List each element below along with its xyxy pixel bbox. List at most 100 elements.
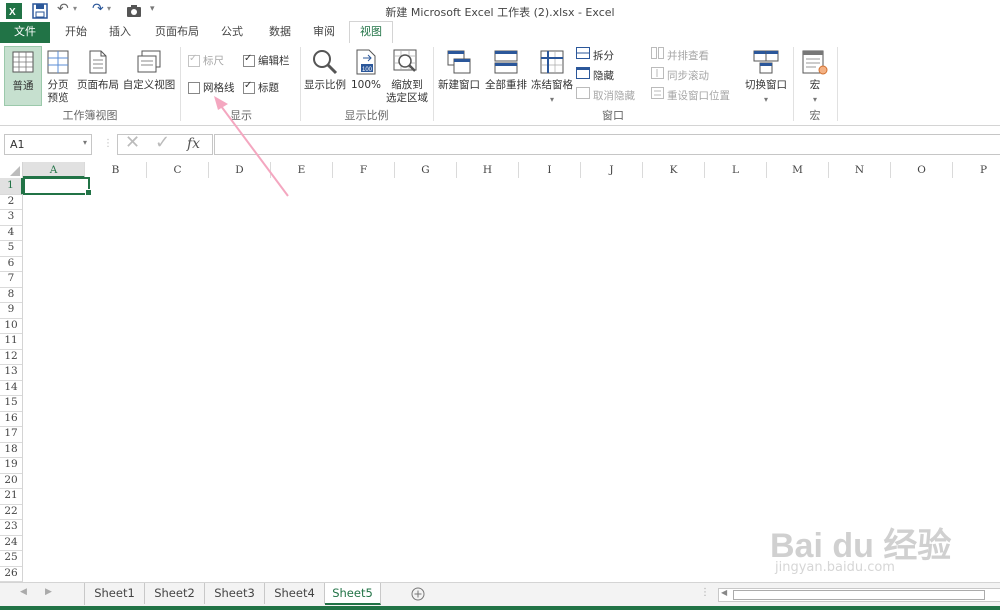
row-header-22[interactable]: 22 [0, 503, 23, 520]
new-window-button[interactable]: 新建窗口 [436, 46, 482, 106]
row-header-3[interactable]: 3 [0, 209, 23, 226]
column-header-i[interactable]: I [519, 162, 581, 178]
normal-view-button[interactable]: 普通 [4, 46, 42, 106]
fill-handle[interactable] [85, 189, 92, 196]
reset-position-button[interactable]: 重设窗口位置 [667, 88, 730, 103]
tab-file[interactable]: 文件 [0, 22, 50, 43]
row-header-11[interactable]: 11 [0, 333, 23, 350]
formula-input[interactable] [214, 134, 1000, 155]
sheet-tab-sheet3[interactable]: Sheet3 [205, 583, 265, 604]
column-header-m[interactable]: M [767, 162, 829, 178]
row-header-25[interactable]: 25 [0, 550, 23, 567]
custom-views-button[interactable]: 自定义视图 [122, 46, 176, 106]
active-cell-a1[interactable] [23, 177, 90, 195]
page-break-preview-button[interactable]: 分页 预览 [43, 46, 73, 106]
add-sheet-icon[interactable] [411, 587, 425, 601]
row-header-17[interactable]: 17 [0, 426, 23, 443]
arrange-all-icon [494, 50, 518, 74]
switch-windows-button[interactable]: 切换窗口 ▾ [742, 46, 790, 106]
row-header-9[interactable]: 9 [0, 302, 23, 319]
page-break-label-2: 预览 [47, 92, 69, 104]
tab-view[interactable]: 视图 [349, 21, 393, 44]
zoom-100-button[interactable]: 100 100% [350, 46, 382, 106]
tab-formulas[interactable]: 公式 [214, 22, 250, 43]
tab-review[interactable]: 审阅 [306, 22, 342, 43]
row-header-8[interactable]: 8 [0, 286, 23, 303]
zoom-to-selection-label-1: 缩放到 [391, 79, 423, 91]
macros-dropdown-icon: ▾ [812, 95, 817, 104]
zoom-to-selection-button[interactable]: 缩放到 选定区域 [384, 46, 430, 106]
sheet-tab-sheet4[interactable]: Sheet4 [265, 583, 325, 604]
column-header-h[interactable]: H [457, 162, 519, 178]
scroll-tabs-left-icon[interactable]: ◀ [20, 587, 27, 597]
row-headers: 1 2 3 4 5 6 7 8 9 10 11 12 13 14 15 16 17 18 19 20 21 22 23 24 2… [0, 178, 23, 582]
row-header-6[interactable]: 6 [0, 255, 23, 272]
row-header-13[interactable]: 13 [0, 364, 23, 381]
page-layout-view-button[interactable]: 页面布局 [76, 46, 120, 106]
cancel-icon[interactable]: ✕ [125, 132, 140, 153]
scroll-tabs-right-icon[interactable]: ▶ [45, 587, 52, 597]
column-header-p[interactable]: P [953, 162, 1000, 178]
row-header-10[interactable]: 10 [0, 317, 23, 334]
sheet-tab-sheet5[interactable]: Sheet5 [325, 583, 381, 605]
row-header-2[interactable]: 2 [0, 193, 23, 210]
row-header-21[interactable]: 21 [0, 488, 23, 505]
zoom-100-icon: 100 [356, 49, 376, 75]
select-all-corner[interactable] [0, 162, 23, 179]
sheet-tab-sheet1[interactable]: Sheet1 [85, 583, 145, 604]
zoom-button[interactable]: 显示比例 [302, 46, 348, 106]
column-header-f[interactable]: F [333, 162, 395, 178]
row-header-26[interactable]: 26 [0, 565, 23, 582]
insert-function-icon[interactable]: fx [187, 136, 200, 152]
row-header-23[interactable]: 23 [0, 519, 23, 536]
row-header-20[interactable]: 20 [0, 472, 23, 489]
column-header-l[interactable]: L [705, 162, 767, 178]
row-header-12[interactable]: 12 [0, 348, 23, 365]
column-header-j[interactable]: J [581, 162, 643, 178]
enter-icon[interactable]: ✓ [155, 132, 170, 153]
hide-icon [576, 67, 590, 79]
row-header-24[interactable]: 24 [0, 534, 23, 551]
name-box-dropdown-icon[interactable]: ▾ [83, 138, 87, 147]
row-header-7[interactable]: 7 [0, 271, 23, 288]
row-header-1[interactable]: 1 [0, 178, 23, 195]
column-header-a[interactable]: A [23, 162, 85, 178]
sheet-tab-bar: ◀ ▶ Sheet1 Sheet2 Sheet3 Sheet4 Sheet5 ⋮… [0, 582, 1000, 607]
column-header-k[interactable]: K [643, 162, 705, 178]
side-by-side-button[interactable]: 并排查看 [667, 48, 709, 63]
column-header-o[interactable]: O [891, 162, 953, 178]
status-bar [0, 606, 1000, 610]
column-header-g[interactable]: G [395, 162, 457, 178]
formula-bar-resize-icon[interactable]: ⋮ [103, 138, 113, 149]
tab-home[interactable]: 开始 [58, 22, 94, 43]
horizontal-scrollbar[interactable]: ◀ [718, 588, 1000, 602]
arrange-all-button[interactable]: 全部重排 [483, 46, 529, 106]
freeze-panes-button[interactable]: 冻结窗格 ▾ [530, 46, 574, 106]
row-header-15[interactable]: 15 [0, 395, 23, 412]
ruler-checkbox[interactable] [188, 53, 200, 67]
row-header-16[interactable]: 16 [0, 410, 23, 427]
column-header-b[interactable]: B [85, 162, 147, 178]
gridlines-checkbox[interactable] [188, 82, 200, 94]
row-header-19[interactable]: 19 [0, 457, 23, 474]
split-button[interactable]: 拆分 [593, 48, 614, 63]
sheet-tab-sheet2[interactable]: Sheet2 [145, 583, 205, 604]
row-header-4[interactable]: 4 [0, 224, 23, 241]
row-header-5[interactable]: 5 [0, 240, 23, 257]
sync-scroll-button[interactable]: 同步滚动 [667, 68, 709, 83]
sheet-bar-resize-icon[interactable]: ⋮ [700, 587, 710, 598]
ruler-label: 标尺 [203, 55, 224, 67]
tab-insert[interactable]: 插入 [102, 22, 138, 43]
row-header-18[interactable]: 18 [0, 441, 23, 458]
formula-bar-checkbox[interactable] [243, 53, 255, 67]
unhide-button[interactable]: 取消隐藏 [593, 88, 635, 103]
macros-button[interactable]: 宏 ▾ [798, 46, 832, 106]
scroll-left-icon[interactable]: ◀ [721, 588, 727, 597]
hide-button[interactable]: 隐藏 [593, 68, 614, 83]
scrollbar-thumb[interactable] [733, 590, 985, 600]
tab-page-layout[interactable]: 页面布局 [150, 22, 204, 43]
row-header-14[interactable]: 14 [0, 379, 23, 396]
tab-data[interactable]: 数据 [262, 22, 298, 43]
column-header-n[interactable]: N [829, 162, 891, 178]
name-box[interactable]: A1 ▾ [4, 134, 92, 155]
